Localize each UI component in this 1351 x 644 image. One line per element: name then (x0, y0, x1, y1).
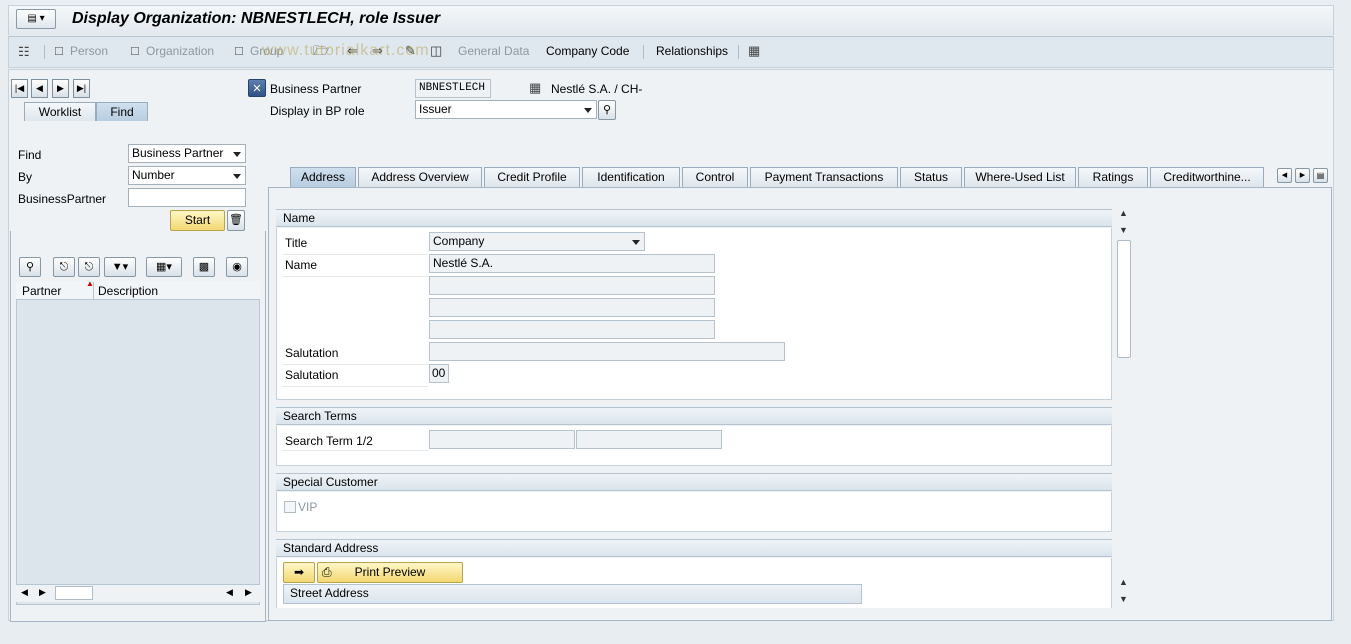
layout-icon[interactable]: ▦▾ (146, 257, 182, 277)
vertical-scroll-thumb[interactable] (1117, 240, 1131, 358)
street-address-label: Street Address (290, 586, 369, 600)
name2-field[interactable] (429, 276, 715, 295)
printer-icon: ⎙ (322, 565, 332, 579)
find-icon[interactable]: ⎋ (53, 257, 75, 277)
tab-list-icon[interactable]: ▤ (1313, 168, 1328, 183)
organization-icon: ▦ (529, 80, 542, 95)
export-icon[interactable]: ▩ (193, 257, 215, 277)
page-title: Display Organization: NBNESTLECH, role I… (72, 10, 441, 27)
tab-worklist[interactable]: Worklist (24, 102, 96, 122)
tab-control[interactable]: Control (682, 167, 748, 187)
watermark: www.tutorialkart.com (262, 42, 430, 59)
tab-scroll-right-icon[interactable]: ▶ (1295, 168, 1310, 183)
salutation-code-label: Salutation (285, 368, 339, 382)
relationships-button[interactable]: Relationships (656, 44, 728, 58)
name1-field[interactable]: Nestlé S.A. (429, 254, 715, 273)
scroll-left-icon[interactable]: ◀ (226, 587, 233, 598)
tab-find[interactable]: Find (96, 102, 148, 122)
by-label: By (18, 170, 33, 184)
tab-ratings[interactable]: Ratings (1078, 167, 1148, 187)
switch-role-icon[interactable]: ⚲ (598, 100, 616, 120)
tab-creditworthiness[interactable]: Creditworthine... (1150, 167, 1264, 187)
company-code-button[interactable]: Company Code (546, 44, 629, 58)
transfer-icon[interactable]: ▦ (748, 44, 760, 58)
column-description[interactable]: Description (98, 284, 158, 298)
role-select[interactable]: Issuer (415, 100, 597, 119)
grid-horizontal-scrollbar[interactable] (16, 584, 260, 602)
last-page-button[interactable]: ▶| (73, 79, 90, 98)
tab-status[interactable]: Status (900, 167, 962, 187)
start-button[interactable]: Start (170, 210, 225, 231)
tab-credit-profile[interactable]: Credit Profile (484, 167, 580, 187)
scroll-thumb[interactable] (55, 586, 93, 600)
tab-address-overview[interactable]: Address Overview (358, 167, 482, 187)
next-page-button[interactable]: ▶ (52, 79, 69, 98)
tab-payment-transactions[interactable]: Payment Transactions (750, 167, 898, 187)
detail-icon[interactable]: ⚲ (19, 257, 41, 277)
scroll-left-icon[interactable]: ◀ (21, 587, 28, 598)
person-button[interactable]: Person (70, 44, 108, 58)
print-preview-button[interactable]: ⎙ Print Preview (317, 562, 463, 583)
search-term-label: Search Term 1/2 (285, 434, 373, 448)
name4-field[interactable] (429, 320, 715, 339)
tab-address[interactable]: Address (290, 167, 356, 187)
trash-icon[interactable]: 🗑 (227, 210, 245, 231)
tab-identification[interactable]: Identification (582, 167, 680, 187)
street-address-header (283, 584, 862, 604)
column-partner[interactable]: Partner (22, 284, 61, 298)
list-icon[interactable]: ☷ (18, 45, 30, 59)
tab-where-used-list[interactable]: Where-Used List (964, 167, 1076, 187)
by-select[interactable]: Number (128, 166, 246, 185)
system-menu-button[interactable]: ▤ ▾ (16, 9, 56, 29)
businesspartner-label: BusinessPartner (18, 192, 107, 206)
salutation-field[interactable] (429, 342, 785, 361)
document-icon: □ (55, 43, 63, 58)
salutation-code-field[interactable]: 00 (429, 364, 449, 383)
scroll-down-icon[interactable]: ▼ (1119, 225, 1128, 235)
special-customer-body (276, 492, 1112, 532)
scroll-up-icon[interactable]: ▲ (1119, 208, 1128, 218)
name-section-header: Name (276, 209, 1112, 227)
tab-scroll-left-icon[interactable]: ◀ (1277, 168, 1292, 183)
search-terms-header: Search Terms (276, 407, 1112, 425)
vip-checkbox[interactable] (284, 501, 296, 513)
close-locator-icon[interactable]: ✕ (248, 79, 266, 97)
businesspartner-input[interactable] (128, 188, 246, 207)
chart-icon[interactable]: ◉ (226, 257, 248, 277)
navigate-icon[interactable]: ➡ (283, 562, 315, 583)
scroll-down-icon[interactable]: ▼ (1119, 594, 1128, 604)
scroll-right-icon[interactable]: ▶ (39, 587, 46, 598)
salutation-label: Salutation (285, 346, 339, 360)
find-next-icon[interactable]: ⎋ (78, 257, 100, 277)
bp-label: Business Partner (270, 82, 362, 96)
print-preview-label: Print Preview (354, 565, 426, 579)
role-label: Display in BP role (270, 104, 365, 118)
vip-label: VIP (298, 500, 318, 514)
bp-description: Nestlé S.A. / CH- (551, 82, 643, 96)
name-label: Name (285, 258, 318, 272)
standard-address-header: Standard Address (276, 539, 1112, 557)
search-term1-field[interactable] (429, 430, 575, 449)
special-customer-header: Special Customer (276, 473, 1112, 491)
general-data-button[interactable]: General Data (458, 44, 529, 58)
title-label: Title (285, 236, 308, 250)
document-icon: □ (131, 43, 139, 58)
results-grid (16, 281, 260, 605)
find-label: Find (18, 148, 42, 162)
name3-field[interactable] (429, 298, 715, 317)
display-change-icon[interactable]: ◫ (430, 44, 442, 58)
document-icon: □ (235, 43, 243, 58)
find-select[interactable]: Business Partner (128, 144, 246, 163)
title-select[interactable]: Company (429, 232, 645, 251)
filter-icon[interactable]: ▼▾ (104, 257, 136, 277)
organization-button[interactable]: Organization (146, 44, 214, 58)
scroll-up-icon[interactable]: ▲ (1119, 577, 1128, 587)
previous-page-button[interactable]: ◀ (31, 79, 48, 98)
search-term2-field[interactable] (576, 430, 722, 449)
first-page-button[interactable]: |◀ (11, 79, 28, 98)
bp-field: NBNESTLECH (415, 79, 491, 98)
scroll-right-icon[interactable]: ▶ (245, 587, 252, 598)
